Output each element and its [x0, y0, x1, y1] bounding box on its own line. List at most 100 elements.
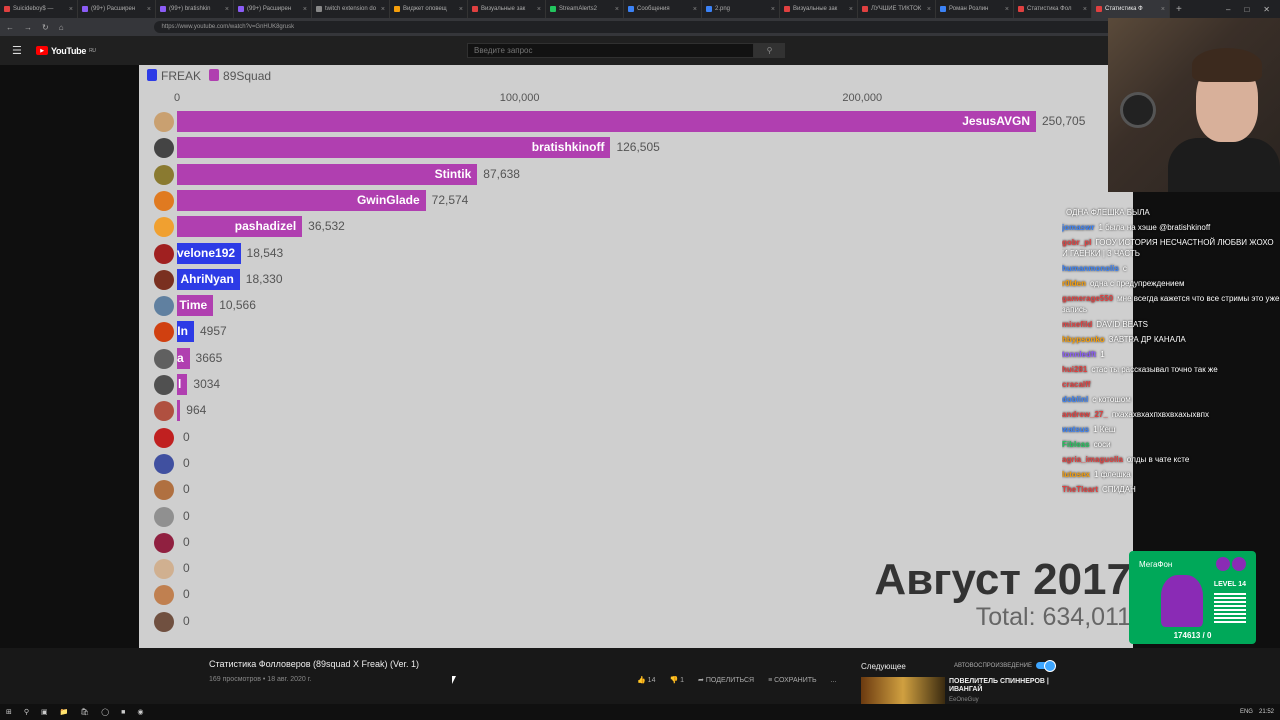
url-field[interactable]: https://www.youtube.com/watch?v=GnHUK8gr…	[153, 21, 1114, 33]
chat-message: Fibleas соси	[1062, 437, 1280, 452]
browser-tab[interactable]: Сообщения ×	[624, 0, 702, 18]
streamer-avatar	[154, 322, 174, 343]
tab-close-icon[interactable]: ×	[1083, 6, 1087, 13]
home-icon[interactable]: ⌂	[59, 23, 64, 32]
chat-username[interactable]: gamerage550	[1062, 294, 1113, 303]
toggle-switch-icon[interactable]	[1035, 660, 1056, 672]
search-input[interactable]	[467, 43, 754, 58]
chart-row: 0	[139, 452, 1133, 476]
tab-close-icon[interactable]: ×	[303, 6, 307, 13]
browser-tab[interactable]: Визуальные зак ×	[468, 0, 546, 18]
browser-tab[interactable]: twitch extension do ×	[312, 0, 390, 18]
browser-tab[interactable]: Визуальные зак ×	[780, 0, 858, 18]
youtube-header: ☰ ▶ YouTube RU ⚲	[0, 36, 1280, 65]
language-indicator[interactable]: ENG	[1240, 709, 1253, 715]
browser-tab[interactable]: Статистика Ф ×	[1092, 0, 1170, 18]
browser-tab[interactable]: 2.png ×	[702, 0, 780, 18]
chat-username[interactable]: r0lden	[1062, 279, 1086, 288]
store-icon[interactable]: 🛍	[80, 708, 89, 716]
browser-icon[interactable]: ◯	[101, 708, 109, 716]
chart-bar: JesusAVGN	[177, 111, 1036, 132]
microphone-icon	[1120, 92, 1156, 128]
streamer-avatar	[154, 112, 174, 132]
tab-close-icon[interactable]: ×	[381, 6, 385, 13]
more-button[interactable]: ...	[831, 677, 837, 684]
chat-username[interactable]: mixefild	[1062, 320, 1092, 329]
reload-icon[interactable]: ↻	[42, 23, 49, 32]
tab-close-icon[interactable]: ×	[1161, 6, 1165, 13]
browser-tab[interactable]: Статистика Фол ×	[1014, 0, 1092, 18]
task-view-icon[interactable]: ▣	[41, 708, 48, 716]
tab-label: 2.png	[715, 6, 731, 12]
close-window-icon[interactable]: ✕	[1263, 5, 1270, 14]
browser-tab[interactable]: Виджет оповещ ×	[390, 0, 468, 18]
chat-username[interactable]: cracalff	[1062, 380, 1090, 389]
tab-close-icon[interactable]: ×	[147, 6, 151, 13]
chat-username[interactable]: TheTleart	[1062, 485, 1098, 494]
browser-tab[interactable]: StreamAlerts2 ×	[546, 0, 624, 18]
chat-username[interactable]: Fibleas	[1062, 440, 1090, 449]
chart-legend: FREAK 89Squad	[147, 69, 271, 83]
tab-close-icon[interactable]: ×	[1005, 6, 1009, 13]
browser-tab[interactable]: (99+) Расшиpен ×	[78, 0, 156, 18]
video-info-area: Статистика Фолловеров (89squad X Freak) …	[0, 648, 1280, 704]
search-taskbar-icon[interactable]: ⚲	[24, 708, 29, 716]
obs-icon[interactable]: ◉	[137, 708, 143, 716]
chat-username[interactable]: jomaswr	[1062, 223, 1094, 232]
browser-tab[interactable]: (99+) Расшиpен ×	[234, 0, 312, 18]
tab-close-icon[interactable]: ×	[849, 6, 853, 13]
chat-username[interactable]: andrew_27_	[1062, 410, 1108, 419]
save-button[interactable]: ≡ СОХРАНИТЬ	[768, 677, 817, 684]
bar-value-label: 964	[186, 403, 207, 418]
folder-icon[interactable]: 📁	[60, 708, 69, 716]
tab-close-icon[interactable]: ×	[693, 6, 697, 13]
chat-username[interactable]: hui281	[1062, 365, 1087, 374]
chat-username[interactable]: lutosex	[1062, 470, 1090, 479]
youtube-logo[interactable]: ▶ YouTube RU	[36, 46, 96, 56]
chat-username[interactable]: hbypsonko	[1062, 335, 1105, 344]
chart-row: 0	[139, 531, 1133, 555]
dislike-button[interactable]: 👎 1	[669, 676, 684, 684]
forward-icon[interactable]: →	[24, 23, 32, 32]
stream-chat: ОДНА ФЛЕШКА БЫЛА jomaswr 1 была на хэше @b…	[1062, 205, 1280, 505]
menu-icon[interactable]: ☰	[12, 44, 24, 57]
chat-username[interactable]: humanmonolis	[1062, 264, 1119, 273]
next-video-thumbnail[interactable]	[861, 677, 945, 704]
chat-message: jomaswr 1 была на хэше @bratishkinoff	[1062, 220, 1280, 235]
browser-tab[interactable]: ЛУЧШИЕ ТИКТОК ×	[858, 0, 936, 18]
chart-row: 0	[139, 583, 1133, 607]
back-icon[interactable]: ←	[6, 23, 14, 32]
tab-close-icon[interactable]: ×	[771, 6, 775, 13]
minimize-icon[interactable]: –	[1226, 5, 1230, 14]
tab-close-icon[interactable]: ×	[459, 6, 463, 13]
browser-tab[interactable]: Роман Розлин ×	[936, 0, 1014, 18]
bar-value-label: 0	[183, 482, 190, 497]
chat-username[interactable]: watsus	[1062, 425, 1089, 434]
chat-username[interactable]: agria_imaguolla	[1062, 455, 1123, 464]
chat-username[interactable]: gobr_pl	[1062, 238, 1091, 247]
maximize-icon[interactable]: □	[1244, 5, 1249, 14]
clock[interactable]: 21:52	[1259, 709, 1274, 715]
new-tab-icon[interactable]: +	[1170, 4, 1188, 15]
tab-close-icon[interactable]: ×	[537, 6, 541, 13]
video-player[interactable]: FREAK 89Squad Август 2017 Total: 634,011 …	[139, 65, 1133, 648]
bar-name-label: Time	[179, 298, 208, 313]
browser-tab[interactable]: (99+) bratishkin ×	[156, 0, 234, 18]
tab-close-icon[interactable]: ×	[225, 6, 229, 13]
next-video-title[interactable]: ПОВЕЛИТЕЛЬ СПИННЕРОВ | ИВАНГАЙ	[949, 678, 1069, 694]
browser-tab[interactable]: Suicideboy$ — ×	[0, 0, 78, 18]
tab-close-icon[interactable]: ×	[69, 6, 73, 13]
like-button[interactable]: 👍 14	[637, 676, 655, 684]
tab-close-icon[interactable]: ×	[615, 6, 619, 13]
windows-start-icon[interactable]: ⊞	[6, 708, 12, 716]
next-video-channel[interactable]: EeOneGuy	[949, 697, 979, 703]
chat-username[interactable]: tonnledft	[1062, 350, 1096, 359]
autoplay-toggle[interactable]: АВТОВОСПРОИЗВЕДЕНИЕ	[954, 660, 1056, 672]
search-button[interactable]: ⚲	[754, 43, 785, 58]
share-button[interactable]: ➦ ПОДЕЛИТЬСЯ	[698, 676, 754, 684]
bar-name-label: AhriNyan	[180, 271, 234, 286]
app-icon[interactable]: ■	[121, 709, 125, 716]
tab-favicon-icon	[82, 6, 88, 12]
tab-close-icon[interactable]: ×	[927, 6, 931, 13]
chat-username[interactable]: doblinl	[1062, 395, 1088, 404]
